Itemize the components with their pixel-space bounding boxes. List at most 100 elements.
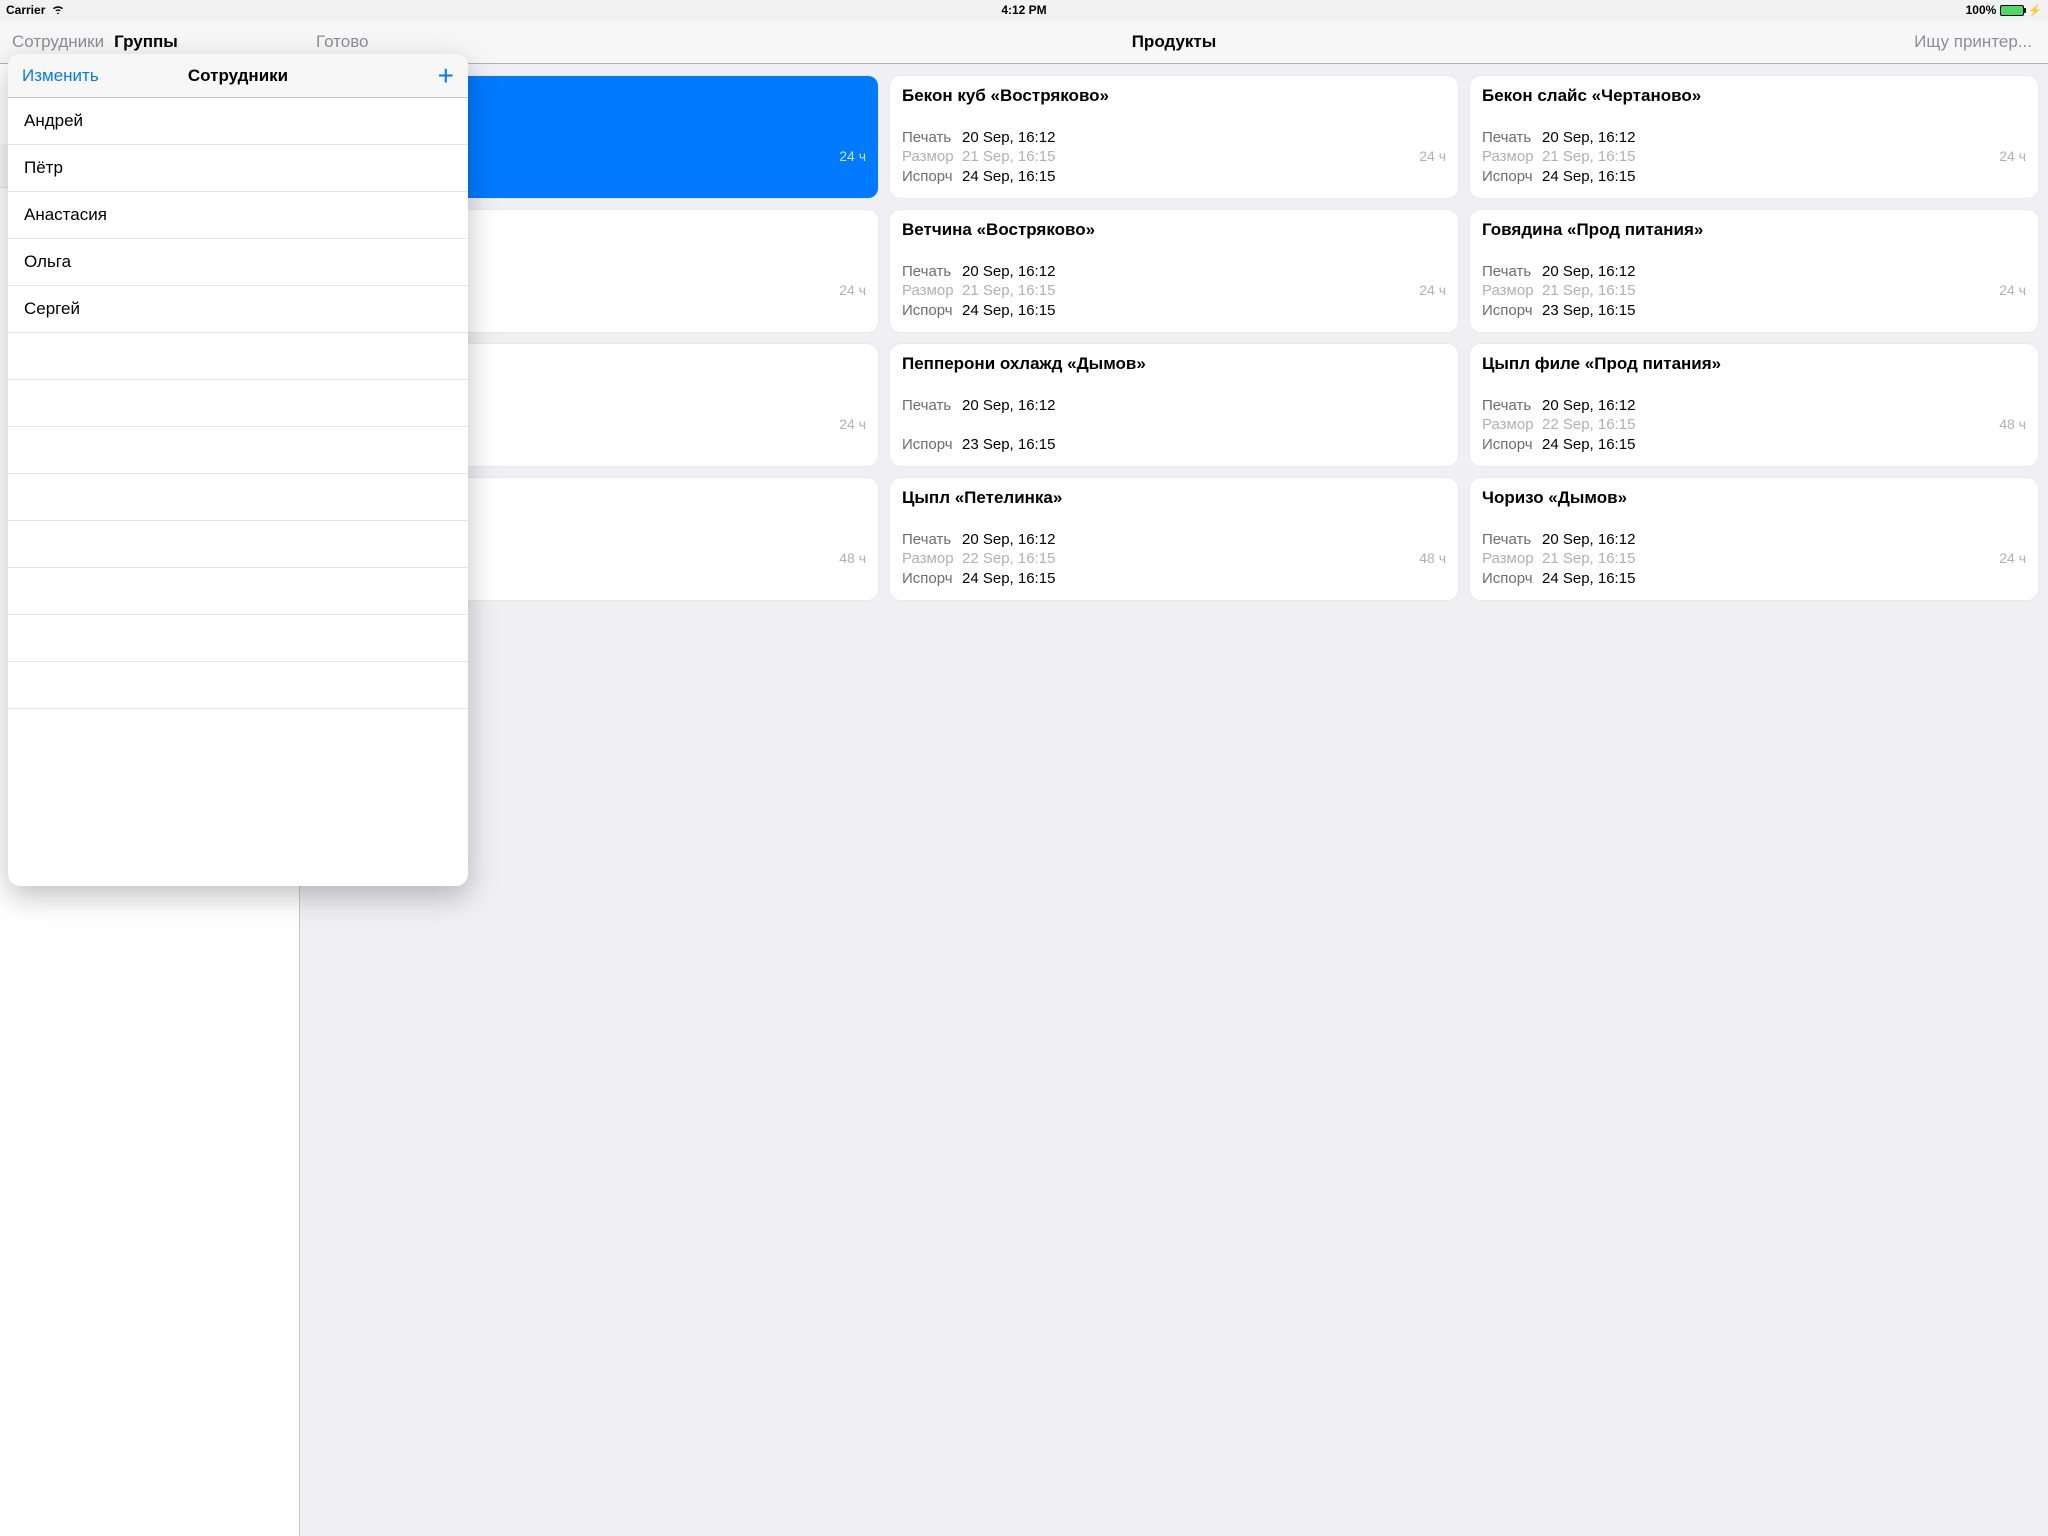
duration-badge: 24 ч [1419,281,1446,299]
charging-icon: ⚡ [2028,4,2042,17]
row-value: 20 Sep, 16:12 [1542,128,2026,148]
card-row: Испорч23 Sep, 16:15 [902,435,1446,455]
card-row: Печать20 Sep, 16:12 [1482,396,2026,416]
duration-badge: 24 ч [1999,147,2026,165]
row-value: 21 Sep, 16:15 [962,147,1419,167]
row-label: Печать [902,530,962,550]
empty-row [8,521,468,568]
row-label: Размор [1482,549,1542,569]
row-value: 20 Sep, 16:12 [1542,262,2026,282]
row-value: 24 Sep, 16:15 [962,301,1446,321]
printer-status[interactable]: Ищу принтер... [1914,32,2032,52]
empty-row [8,474,468,521]
duration-badge: 48 ч [1999,415,2026,433]
row-value: 24 Sep, 16:15 [1542,435,2026,455]
row-label: Размор [1482,147,1542,167]
card-row: Размор21 Sep, 16:1524 ч [902,147,1446,167]
employee-row[interactable]: Андрей [8,98,468,145]
card-title: Ветчина «Востряково» [902,220,1446,260]
battery-percent: 100% [1966,3,1997,17]
row-value: 20 Sep, 16:12 [1542,396,2026,416]
card-row: Размор21 Sep, 16:1524 ч [902,281,1446,301]
page-title: Продукты [1132,32,1217,52]
row-value: 20 Sep, 16:12 [1542,530,2026,550]
tab-employees[interactable]: Сотрудники [12,32,104,52]
product-card[interactable]: Бекон слайс «Чертаново»Печать20 Sep, 16:… [1470,76,2038,198]
card-row: Испорч24 Sep, 16:15 [902,569,1446,589]
row-value: 24 Sep, 16:15 [1542,569,2026,589]
empty-row [8,380,468,427]
status-bar: Carrier 4:12 PM 100% ⚡ [0,0,2048,20]
empty-row [8,615,468,662]
product-card[interactable]: Цыпл «Петелинка»Печать20 Sep, 16:12Размо… [890,478,1458,600]
done-button[interactable]: Готово [316,32,369,52]
employee-row[interactable]: Сергей [8,286,468,333]
row-value: 24 Sep, 16:15 [962,569,1446,589]
row-label: Испорч [1482,167,1542,187]
card-row: Размор22 Sep, 16:1548 ч [902,549,1446,569]
card-row: Испорч24 Sep, 16:15 [902,301,1446,321]
row-label: Размор [902,281,962,301]
wifi-icon [51,3,65,17]
employees-popover: Изменить Сотрудники + АндрейПётрАнастаси… [8,54,468,886]
employee-row[interactable]: Анастасия [8,192,468,239]
row-value: 23 Sep, 16:15 [1542,301,2026,321]
status-time: 4:12 PM [1001,3,1046,17]
duration-badge: 48 ч [839,549,866,567]
row-value: 22 Sep, 16:15 [1542,415,1999,435]
employee-row[interactable]: Ольга [8,239,468,286]
row-label: Размор [1482,415,1542,435]
row-label: Испорч [902,167,962,187]
empty-row [8,427,468,474]
tab-groups[interactable]: Группы [114,32,178,52]
card-row: Печать20 Sep, 16:12 [1482,128,2026,148]
row-label: Испорч [902,301,962,321]
row-value: 23 Sep, 16:15 [962,435,1446,455]
card-row: Размор21 Sep, 16:1524 ч [1482,281,2026,301]
product-card[interactable]: Пепперони охлажд «Дымов»Печать20 Sep, 16… [890,344,1458,466]
product-card[interactable]: Ветчина «Востряково»Печать20 Sep, 16:12Р… [890,210,1458,332]
add-button[interactable]: + [438,62,454,90]
row-label: Испорч [1482,435,1542,455]
card-row: Размор21 Sep, 16:1524 ч [1482,147,2026,167]
empty-row [8,662,468,709]
card-row: Печать20 Sep, 16:12 [902,396,1446,416]
product-card[interactable]: Говядина «Прод питания»Печать20 Sep, 16:… [1470,210,2038,332]
row-label: Размор [902,147,962,167]
product-card[interactable]: Чоризо «Дымов»Печать20 Sep, 16:12Размор2… [1470,478,2038,600]
row-value: 21 Sep, 16:15 [1542,281,1999,301]
card-title: Цыпл филе «Прод питания» [1482,354,2026,394]
card-row: Испорч24 Sep, 16:15 [1482,569,2026,589]
employee-row[interactable]: Пётр [8,145,468,192]
card-title: Пепперони охлажд «Дымов» [902,354,1446,394]
duration-badge: 24 ч [839,415,866,433]
row-label: Размор [1482,281,1542,301]
row-value: 20 Sep, 16:12 [962,262,1446,282]
duration-badge: 24 ч [1999,549,2026,567]
row-value: 20 Sep, 16:12 [962,530,1446,550]
row-label: Испорч [1482,301,1542,321]
row-value: 24 Sep, 16:15 [1542,167,2026,187]
empty-row [8,333,468,380]
row-label: Печать [902,262,962,282]
row-value: 21 Sep, 16:15 [1542,147,1999,167]
card-row: Размор22 Sep, 16:1548 ч [1482,415,2026,435]
duration-badge: 24 ч [1999,281,2026,299]
duration-badge: 24 ч [839,281,866,299]
card-title: Бекон слайс «Чертаново» [1482,86,2026,126]
card-row: Испорч24 Sep, 16:15 [1482,435,2026,455]
card-row: Печать20 Sep, 16:12 [902,530,1446,550]
duration-badge: 24 ч [1419,147,1446,165]
edit-button[interactable]: Изменить [22,66,99,86]
row-label: Размор [902,549,962,569]
duration-badge: 48 ч [1419,549,1446,567]
card-row: Печать20 Sep, 16:12 [1482,530,2026,550]
empty-row [8,568,468,615]
card-row: Печать20 Sep, 16:12 [902,128,1446,148]
product-card[interactable]: Цыпл филе «Прод питания»Печать20 Sep, 16… [1470,344,2038,466]
battery-icon [2000,5,2024,16]
product-card[interactable]: Бекон куб «Востряково»Печать20 Sep, 16:1… [890,76,1458,198]
row-label: Печать [902,128,962,148]
row-value: 21 Sep, 16:15 [1542,549,1999,569]
card-row: Печать20 Sep, 16:12 [902,262,1446,282]
